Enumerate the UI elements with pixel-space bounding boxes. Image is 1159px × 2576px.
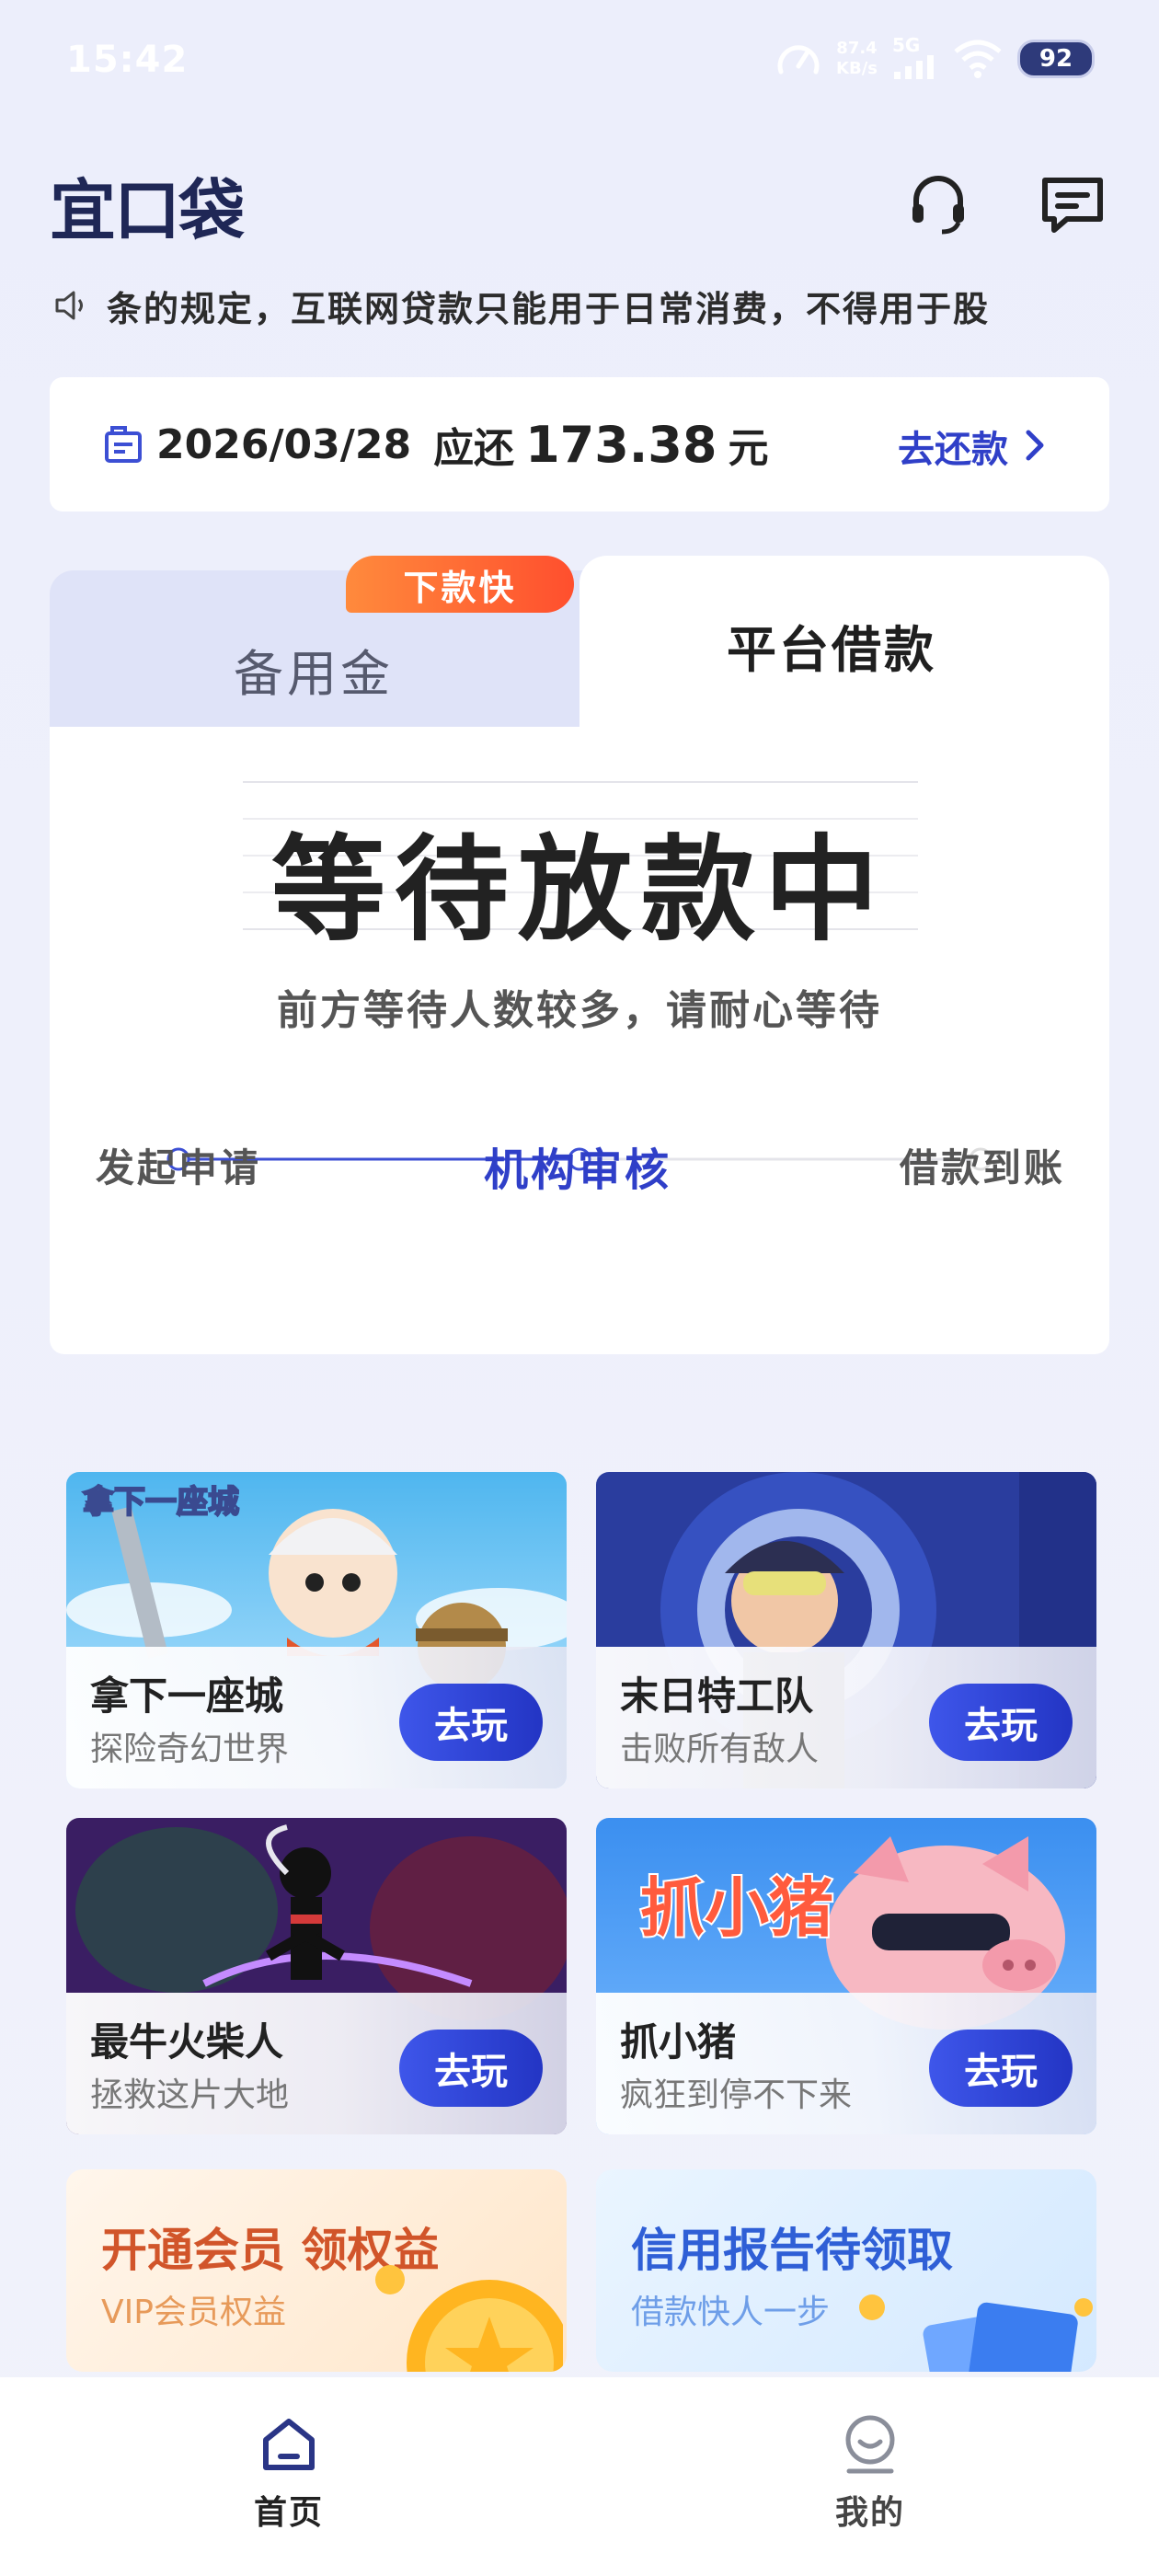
headset-icon[interactable] bbox=[905, 171, 971, 237]
game-card[interactable]: 末日特工队 击败所有敌人 去玩 bbox=[596, 1472, 1096, 1788]
coin-icon bbox=[375, 2265, 563, 2372]
repay-date: 2026/03/28 bbox=[156, 420, 412, 468]
message-icon[interactable] bbox=[1039, 171, 1106, 237]
step-review: 机构审核 bbox=[484, 1144, 672, 1196]
game-name: 拿下一座城 bbox=[90, 1673, 284, 1719]
promo-sub: 借款快人一步 bbox=[631, 2294, 831, 2331]
nav-label: 首页 bbox=[253, 2494, 324, 2532]
step-apply: 发起申请 bbox=[96, 1145, 262, 1190]
notice-text: 条的规定，互联网贷款只能用于日常消费，不得用于股 bbox=[107, 288, 991, 329]
game-card[interactable]: 拿下一座城 拿下一座城 探险奇幻世界 去玩 bbox=[66, 1472, 567, 1788]
speedometer-icon bbox=[777, 45, 820, 75]
tab-platform-loan[interactable]: 平台借款 bbox=[580, 556, 1109, 740]
credit-report-card[interactable]: 信用报告待领取 借款快人一步 bbox=[596, 2169, 1096, 2372]
fast-payout-badge: 下款快 bbox=[346, 556, 574, 613]
nav-label: 我的 bbox=[834, 2494, 905, 2532]
signal-indicator: 5G bbox=[892, 35, 938, 83]
game-art-title: 拿下一座城 bbox=[83, 1484, 239, 1520]
play-button[interactable]: 去玩 bbox=[929, 1684, 1073, 1761]
repay-unit: 元 bbox=[728, 425, 769, 472]
game-card[interactable]: 抓小猪 抓小猪 疯狂到停不下来 去玩 bbox=[596, 1818, 1096, 2134]
game-desc: 击败所有敌人 bbox=[620, 1731, 820, 1768]
tab-reserve-fund-label: 备用金 bbox=[234, 645, 394, 703]
promo-title: 信用报告待领取 bbox=[631, 2224, 953, 2277]
report-illustration-icon bbox=[859, 2294, 1093, 2372]
step-disbursed: 借款到账 bbox=[900, 1145, 1066, 1190]
repay-amount: 173.38 bbox=[525, 415, 717, 474]
play-button[interactable]: 去玩 bbox=[399, 2030, 543, 2107]
game-name: 最牛火柴人 bbox=[90, 2019, 284, 2064]
nav-item-home[interactable]: 首页 bbox=[197, 2414, 381, 2534]
repay-due-label: 应还 bbox=[433, 425, 515, 472]
chevron-right-icon bbox=[1026, 430, 1044, 461]
battery-indicator: 92 bbox=[1017, 40, 1095, 78]
play-button[interactable]: 去玩 bbox=[929, 2030, 1073, 2107]
promo-sub: VIP会员权益 bbox=[101, 2294, 286, 2331]
game-desc: 疯狂到停不下来 bbox=[620, 2076, 853, 2114]
net-speed: 87.4 KB/s bbox=[836, 39, 878, 78]
nav-item-profile[interactable]: 我的 bbox=[778, 2414, 962, 2534]
status-icons: 87.4 KB/s 5G 92 bbox=[775, 35, 1095, 83]
speaker-icon bbox=[55, 291, 83, 320]
status-bar: 15:42 87.4 KB/s 5G 92 bbox=[0, 0, 1159, 129]
game-card[interactable]: 最牛火柴人 拯救这片大地 去玩 bbox=[66, 1818, 567, 2134]
repay-button[interactable]: 去还款 bbox=[898, 420, 1008, 473]
game-desc: 探险奇幻世界 bbox=[90, 1731, 290, 1768]
play-button[interactable]: 去玩 bbox=[399, 1684, 543, 1761]
game-name: 抓小猪 bbox=[620, 2019, 737, 2064]
vip-promo-card[interactable]: 开通会员 领权益 VIP会员权益 bbox=[66, 2169, 567, 2372]
bill-icon bbox=[105, 426, 142, 463]
repay-card[interactable]: 2026/03/28 应还 173.38 元 去还款 bbox=[50, 377, 1109, 512]
wifi-icon bbox=[954, 40, 1002, 78]
game-art-title: 抓小猪 bbox=[640, 1872, 833, 1944]
bottom-nav: 首页 我的 bbox=[0, 2377, 1159, 2576]
game-name: 末日特工队 bbox=[620, 1673, 814, 1719]
home-icon bbox=[263, 2419, 315, 2470]
notice-bar[interactable]: 条的规定，互联网贷款只能用于日常消费，不得用于股 bbox=[53, 278, 1111, 333]
game-desc: 拯救这片大地 bbox=[90, 2076, 290, 2114]
loan-status-subtitle: 前方等待人数较多，请耐心等待 bbox=[277, 987, 882, 1034]
loan-status-card: 备用金 平台借款 下款快 等待放款中 前方等待人数较多，请耐心等待 发起申请 机… bbox=[50, 556, 1109, 1354]
tab-platform-loan-label: 平台借款 bbox=[727, 621, 936, 679]
signal-bars-icon bbox=[894, 55, 934, 79]
profile-icon bbox=[845, 2415, 895, 2474]
app-logo: 宜口袋 bbox=[50, 172, 245, 249]
status-time: 15:42 bbox=[66, 39, 189, 81]
loan-status-title: 等待放款中 bbox=[270, 824, 888, 957]
